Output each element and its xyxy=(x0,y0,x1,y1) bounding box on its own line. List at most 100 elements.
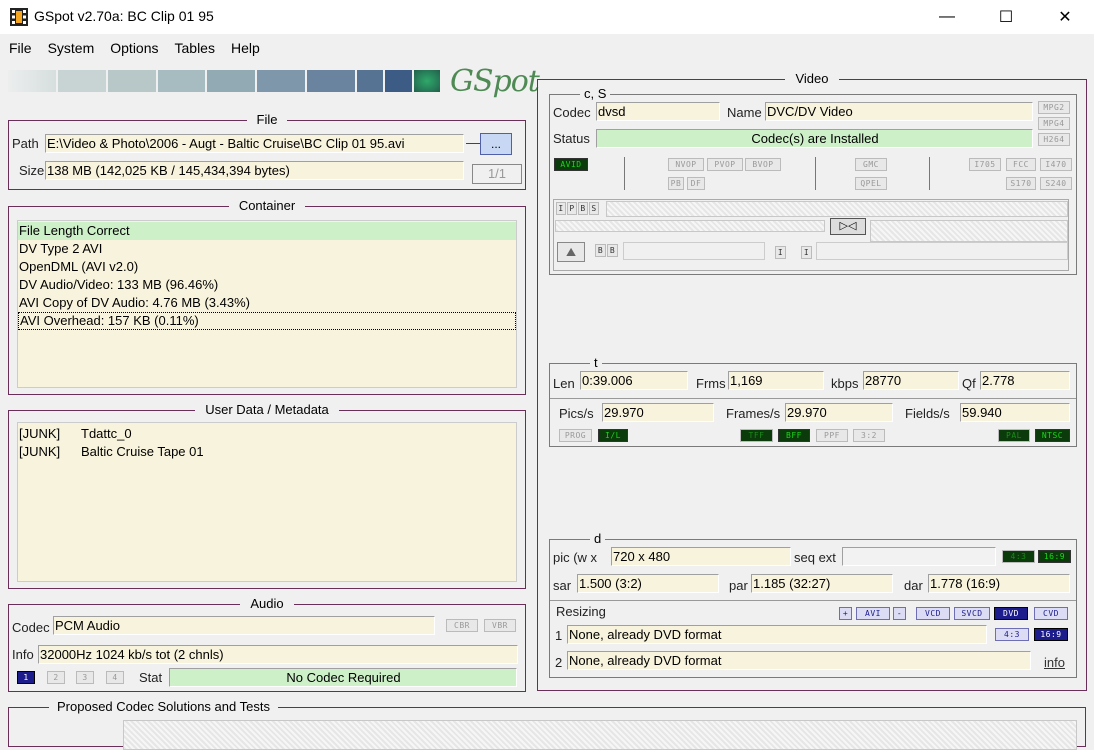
frms-field: 1,169 xyxy=(728,371,824,390)
stream-1-button[interactable]: 1 xyxy=(17,671,35,684)
list-item[interactable]: DV Audio/Video: 133 MB (96.46%) xyxy=(18,276,516,294)
fields-field: 59.940 xyxy=(960,403,1070,422)
s240-flag: S240 xyxy=(1040,177,1072,190)
audio-codec-field: PCM Audio xyxy=(53,616,435,635)
list-item[interactable]: OpenDML (AVI v2.0) xyxy=(18,258,516,276)
metadata-list[interactable]: [JUNK] Tdattc_0 [JUNK] Baltic Cruise Tape … xyxy=(17,422,517,582)
resize-plus-button[interactable]: + xyxy=(839,607,852,620)
fcc-flag: FCC xyxy=(1006,158,1036,171)
mpg4-flag: MPG4 xyxy=(1038,117,1070,130)
ar-4-3-flag: 4:3 xyxy=(1002,550,1035,563)
metadata-row[interactable]: [JUNK] Tdattc_0 xyxy=(18,425,516,443)
menu-system[interactable]: System xyxy=(40,40,103,56)
gop-bar-left xyxy=(555,220,825,232)
close-button[interactable]: ✕ xyxy=(1036,0,1094,34)
audio-info-field: 32000Hz 1024 kb/s tot (2 chnls) xyxy=(38,645,518,664)
i-marker: I xyxy=(801,246,812,259)
stream-2-button[interactable]: 2 xyxy=(47,671,65,684)
resize-ar-4-3-button[interactable]: 4:3 xyxy=(995,628,1029,641)
metadata-value: Tdattc_0 xyxy=(81,426,132,441)
df-flag: DF xyxy=(687,177,705,190)
resize-minus-button[interactable]: - xyxy=(893,607,906,620)
stream-4-button[interactable]: 4 xyxy=(106,671,124,684)
prog-flag: PROG xyxy=(559,429,592,442)
resize-vcd-button[interactable]: VCD xyxy=(916,607,950,620)
audio-stat-field: No Codec Required xyxy=(169,668,517,687)
menu-file[interactable]: File xyxy=(1,40,40,56)
bff-flag: BFF xyxy=(778,429,810,442)
list-item[interactable]: AVI Copy of DV Audio: 4.76 MB (3.43%) xyxy=(18,294,516,312)
menu-options[interactable]: Options xyxy=(102,40,166,56)
resize-avi-button[interactable]: AVI xyxy=(856,607,890,620)
minimize-button[interactable]: — xyxy=(918,0,976,34)
dar-field: 1.778 (16:9) xyxy=(928,574,1070,593)
maximize-button[interactable]: ☐ xyxy=(977,0,1035,34)
browse-button[interactable]: ... xyxy=(480,133,512,155)
par-label: par xyxy=(729,578,748,593)
resize-svcd-button[interactable]: SVCD xyxy=(954,607,990,620)
kbps-field: 28770 xyxy=(863,371,959,390)
resize-1-field: None, already DVD format xyxy=(567,625,987,644)
menu-bar: File System Options Tables Help xyxy=(0,36,1094,60)
s170-flag: S170 xyxy=(1006,177,1036,190)
metadata-row[interactable]: [JUNK] Baltic Cruise Tape 01 xyxy=(18,443,516,461)
page-counter: 1/1 xyxy=(472,164,522,184)
qpel-flag: QPEL xyxy=(855,177,887,190)
menu-help[interactable]: Help xyxy=(223,40,268,56)
resize-cvd-button[interactable]: CVD xyxy=(1034,607,1068,620)
container-list[interactable]: File Length Correct DV Type 2 AVI OpenDM… xyxy=(17,220,517,388)
codec-subgroup: c, S Codec dvsd Name DVC/DV Video MPG2 M… xyxy=(549,86,1077,275)
pvop-flag: PVOP xyxy=(707,158,743,171)
stream-3-button[interactable]: 3 xyxy=(76,671,94,684)
video-status-label: Status xyxy=(553,131,590,146)
metadata-tag: [JUNK] xyxy=(19,444,61,459)
metadata-group: User Data / Metadata [JUNK] Tdattc_0 [JUN… xyxy=(8,402,526,589)
frames-label: Frames/s xyxy=(726,406,781,421)
gradient-banner xyxy=(8,70,440,92)
info-link[interactable]: info xyxy=(1044,654,1065,671)
resize-dvd-button[interactable]: DVD xyxy=(994,607,1028,620)
swap-icon[interactable]: ▷◁ xyxy=(830,218,866,235)
kbps-label: kbps xyxy=(831,376,859,391)
path-field[interactable]: E:\Video & Photo\2006 - Augt - Baltic Cr… xyxy=(45,134,464,153)
len-field: 0:39.006 xyxy=(580,371,688,390)
avid-flag: AVID xyxy=(554,158,588,171)
h264-flag: H264 xyxy=(1038,133,1070,146)
resizing-label: Resizing xyxy=(556,604,606,619)
timing-subgroup: t Len 0:39.006 Frms 1,169 kbps 28770 Qf … xyxy=(549,355,1077,447)
list-item[interactable]: File Length Correct xyxy=(18,222,516,240)
gmc-flag: GMC xyxy=(855,158,887,171)
video-group: Video c, S Codec dvsd Name DVC/DV Video … xyxy=(537,71,1087,691)
qf-field: 2.778 xyxy=(980,371,1070,390)
frames-field: 29.970 xyxy=(785,403,893,422)
title-bar: GSpot v2.70a: BC Clip 01 95 — ☐ ✕ xyxy=(0,0,1094,34)
par-field: 1.185 (32:27) xyxy=(751,574,893,593)
resize-2-label: 2 xyxy=(555,655,563,670)
metadata-tag: [JUNK] xyxy=(19,426,61,441)
b-marker: B xyxy=(595,244,606,257)
fields-label: Fields/s xyxy=(905,406,950,421)
audio-group-title: Audio xyxy=(240,596,294,611)
cbr-flag: CBR xyxy=(446,619,478,632)
image-icon[interactable]: ⛰ xyxy=(557,242,585,262)
frame-type-s: S xyxy=(589,202,599,215)
gspot-logo: GSpot xyxy=(450,64,540,99)
pulldown-flag: 3:2 xyxy=(853,429,885,442)
resize-ar-16-9-button[interactable]: 16:9 xyxy=(1034,628,1068,641)
resize-1-label: 1 xyxy=(555,628,563,643)
frame-type-b: B xyxy=(578,202,588,215)
len-label: Len xyxy=(553,376,575,391)
list-item[interactable]: DV Type 2 AVI xyxy=(18,240,516,258)
minimize-icon: — xyxy=(939,8,955,25)
list-item[interactable]: AVI Overhead: 157 KB (0.11%) xyxy=(18,312,516,330)
i-marker: I xyxy=(775,246,786,259)
stat-label: Stat xyxy=(139,670,163,685)
audio-codec-label: Codec xyxy=(12,620,50,635)
i705-flag: I705 xyxy=(969,158,1001,171)
video-codec-label: Codec xyxy=(553,105,591,120)
menu-tables[interactable]: Tables xyxy=(167,40,223,56)
qf-label: Qf xyxy=(962,376,976,391)
ntsc-flag: NTSC xyxy=(1035,429,1070,442)
seqext-field xyxy=(842,547,996,566)
video-codec-field: dvsd xyxy=(596,102,720,121)
